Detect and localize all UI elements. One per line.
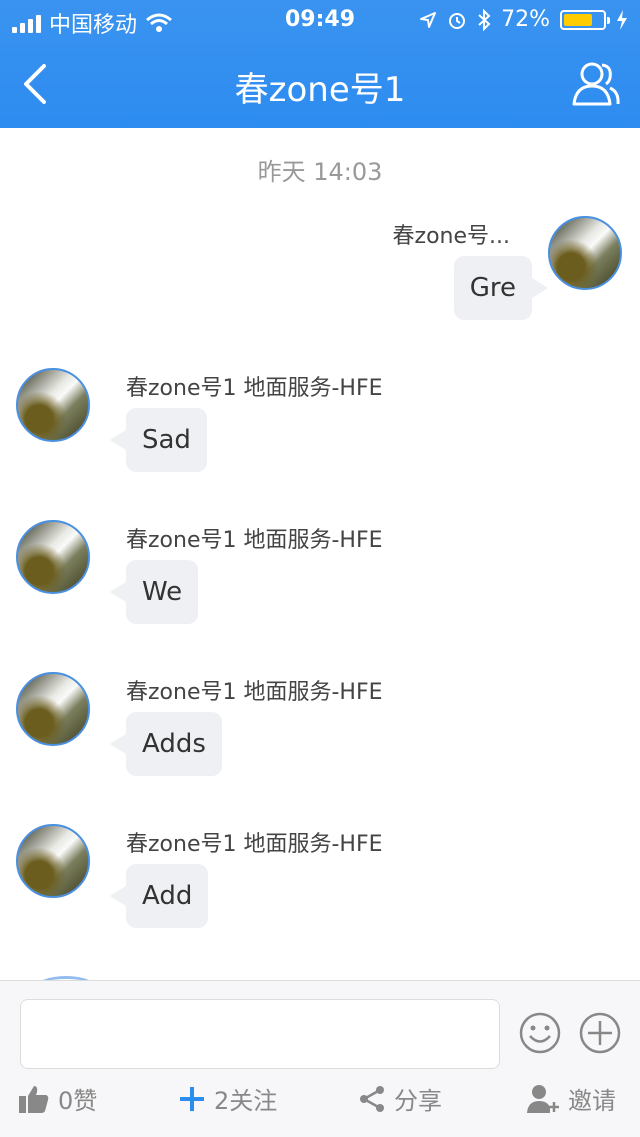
action-row: 0赞 2关注 分享 邀请 (0, 1081, 640, 1127)
sender-name: 春zone号1 地面服务-HFE (126, 376, 383, 401)
message-bubble[interactable]: Add (109, 864, 209, 928)
status-right: 72% (419, 7, 628, 32)
emoji-icon[interactable] (518, 1011, 562, 1055)
avatar[interactable] (16, 368, 90, 442)
sender-name: 春zone号1 地面服务-HFE (126, 832, 383, 857)
invite-label: 邀请 (568, 1087, 616, 1115)
location-icon (420, 11, 437, 28)
bottom-bar: 0赞 2关注 分享 邀请 (0, 980, 640, 1137)
nav-bar: 春zone号1 (0, 40, 640, 128)
avatar[interactable] (16, 824, 90, 898)
page-title: 春zone号1 (234, 70, 406, 110)
self-avatar[interactable] (548, 216, 622, 290)
like-label: 0赞 (58, 1087, 98, 1115)
add-icon[interactable] (578, 1011, 622, 1055)
battery-percent: 72% (501, 7, 550, 32)
message-timestamp: 昨天 14:03 (257, 158, 383, 186)
alarm-icon (449, 12, 466, 29)
plus-icon (180, 1086, 204, 1111)
share-icon (360, 1085, 384, 1112)
charging-icon (617, 9, 627, 30)
share-label: 分享 (394, 1087, 442, 1115)
battery-icon (560, 9, 610, 30)
app-header: 中国移动 09:49 72% 春zone号1 (0, 0, 640, 128)
like-button[interactable]: 0赞 (18, 1081, 97, 1116)
avatar[interactable] (16, 672, 90, 746)
members-icon[interactable] (570, 60, 622, 108)
self-message-bubble[interactable]: Gre (453, 256, 549, 320)
sender-name: 春zone号1 地面服务-HFE (126, 680, 383, 705)
message-bubble[interactable]: Sad (110, 408, 207, 472)
follow-button[interactable]: 2关注 (178, 1081, 277, 1116)
thumbs-up-icon (19, 1085, 49, 1113)
message-bubble[interactable]: We (109, 560, 199, 624)
add-user-icon (527, 1084, 559, 1113)
invite-button[interactable]: 邀请 (526, 1081, 616, 1116)
follow-label: 2关注 (214, 1087, 278, 1115)
bluetooth-icon (478, 8, 491, 31)
message-input[interactable] (20, 999, 500, 1069)
chat-area[interactable]: 昨天 14:03 春zone号... Gre 春zone号1 地面服务-HFE … (0, 128, 640, 980)
message-bubble[interactable]: Adds (110, 712, 222, 776)
status-bar: 中国移动 09:49 72% (0, 0, 640, 40)
self-sender-name: 春zone号... (392, 224, 510, 249)
share-button[interactable]: 分享 (358, 1081, 442, 1116)
avatar[interactable] (16, 520, 90, 594)
sender-name: 春zone号1 地面服务-HFE (126, 528, 383, 553)
